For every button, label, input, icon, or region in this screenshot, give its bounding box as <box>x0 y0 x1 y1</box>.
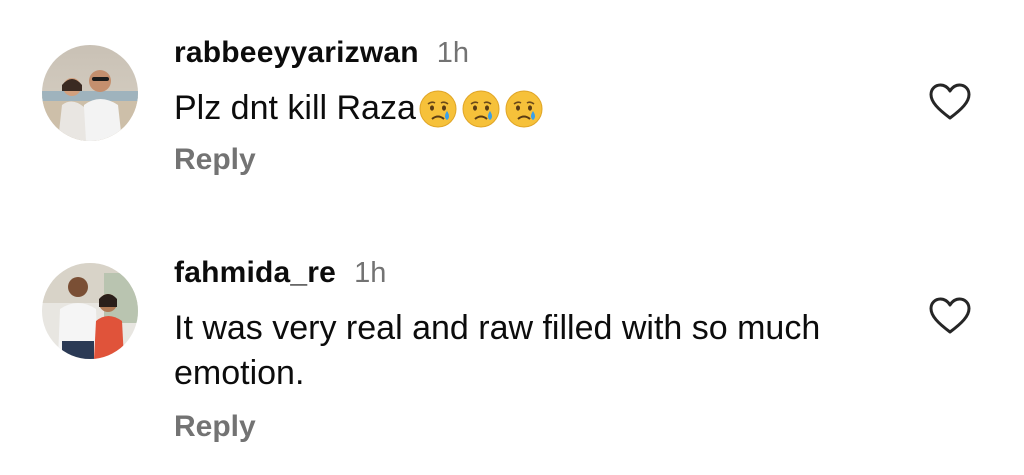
comment-text-body: Plz dnt kill Raza <box>174 89 416 127</box>
comment-meta: rabbeeyyarizwan 1h <box>174 36 914 80</box>
comment-content: rabbeeyyarizwan 1h Plz dnt kill Raza Rep… <box>174 36 914 177</box>
like-button[interactable] <box>928 82 972 122</box>
comment-text: Plz dnt kill Raza <box>174 86 914 131</box>
heart-icon <box>929 83 971 120</box>
emoji-group <box>418 89 547 129</box>
username[interactable]: fahmida_re <box>174 256 336 290</box>
reply-button[interactable]: Reply <box>174 410 256 444</box>
avatar[interactable] <box>42 263 138 359</box>
comment-item: fahmida_re 1h It was very real and raw f… <box>0 228 1024 475</box>
avatar-photo <box>42 45 138 141</box>
timestamp: 1h <box>436 37 470 69</box>
avatar[interactable] <box>42 45 138 141</box>
crying-face-icon <box>461 89 501 129</box>
like-button[interactable] <box>928 296 972 336</box>
username[interactable]: rabbeeyyarizwan <box>174 36 419 70</box>
crying-face-icon <box>418 89 458 129</box>
comment-content: fahmida_re 1h It was very real and raw f… <box>174 256 914 444</box>
crying-face-icon <box>504 89 544 129</box>
avatar-photo <box>42 263 138 359</box>
heart-icon <box>929 297 971 334</box>
reply-button[interactable]: Reply <box>174 143 256 177</box>
timestamp: 1h <box>354 257 387 289</box>
comment-meta: fahmida_re 1h <box>174 256 914 300</box>
comment-item: rabbeeyyarizwan 1h Plz dnt kill Raza Rep… <box>0 0 1024 228</box>
comment-text: It was very real and raw filled with so … <box>174 309 821 392</box>
